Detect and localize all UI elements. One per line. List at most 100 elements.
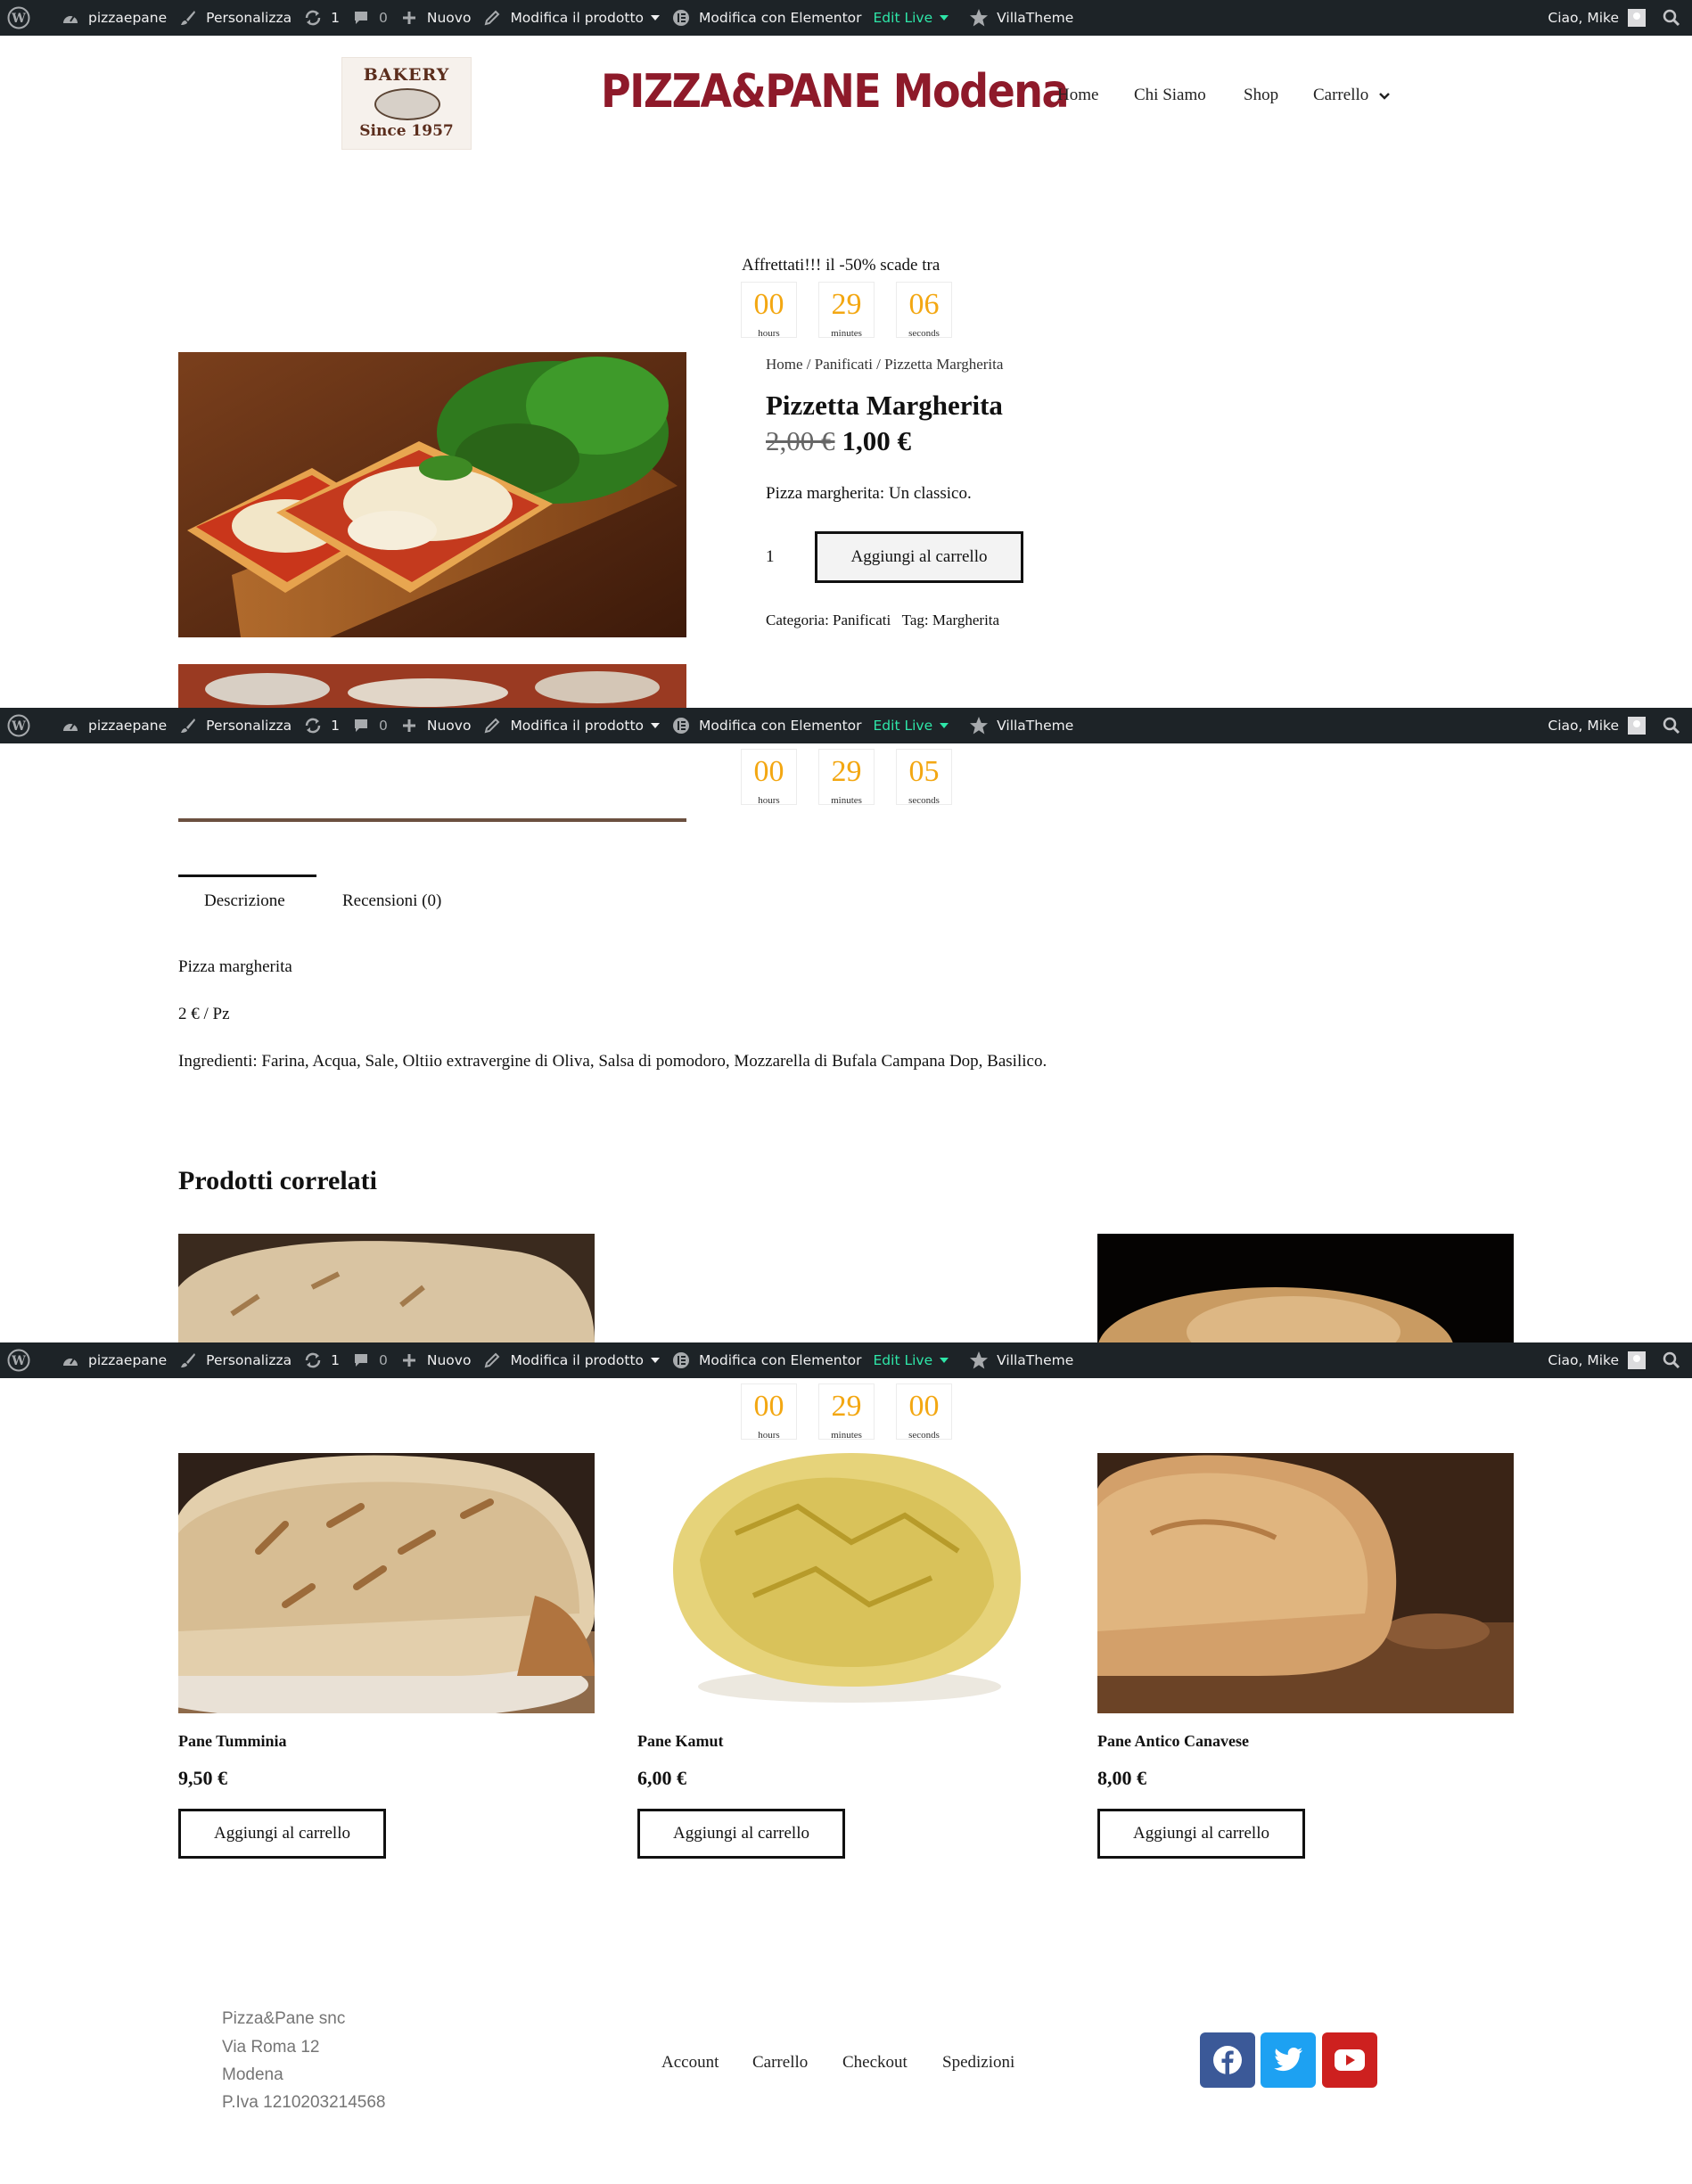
plus-icon (399, 8, 419, 28)
footer-link-spedizioni[interactable]: Spedizioni (942, 2053, 1014, 2073)
comment-icon (351, 1351, 371, 1370)
product-title: Pizzetta Margherita (766, 390, 1003, 421)
adminbar-comments-link[interactable]: 0 (351, 1342, 399, 1378)
youtube-icon[interactable] (1322, 2032, 1377, 2088)
logo-text-bottom: Since 1957 (359, 122, 454, 140)
adminbar-new-link[interactable]: Nuovo (399, 0, 483, 36)
adminbar-customize-link[interactable]: Personalizza (178, 0, 303, 36)
adminbar-new-link[interactable]: Nuovo (399, 1342, 483, 1378)
footer-link-account[interactable]: Account (661, 2053, 719, 2073)
adminbar-elementor-link[interactable]: Modifica con Elementor (671, 0, 874, 36)
related-product-name[interactable]: Pane Antico Canavese (1097, 1732, 1249, 1751)
related-product-name[interactable]: Pane Tumminia (178, 1732, 287, 1751)
refresh-icon (303, 8, 323, 28)
nav-shop[interactable]: Shop (1244, 86, 1278, 105)
product-price: 2,00 €1,00 € (766, 425, 911, 457)
adminbar-edit-live-link[interactable]: Edit Live (874, 0, 961, 36)
adminbar-updates-link[interactable]: 1 (303, 1342, 351, 1378)
wordpress-logo-icon[interactable]: W (7, 6, 30, 29)
wordpress-logo-icon[interactable]: W (7, 1349, 30, 1372)
dashboard-icon (61, 1351, 80, 1370)
related-product-image[interactable] (637, 1453, 1054, 1713)
wordpress-logo-icon[interactable]: W (7, 714, 30, 737)
adminbar-villatheme-link[interactable]: VillaTheme (960, 0, 1085, 36)
adminbar-comments-link[interactable]: 0 (351, 708, 399, 743)
admin-bar: W pizzaepane Personalizza 1 0 Nuovo Modi… (0, 0, 1692, 36)
plus-icon (399, 1351, 419, 1370)
related-product-price: 6,00 € (637, 1767, 686, 1789)
adminbar-account-menu[interactable]: Ciao, Mike (1548, 0, 1662, 36)
adminbar-edit-live-link[interactable]: Edit Live (874, 708, 961, 743)
quantity-input[interactable]: 1 (766, 547, 775, 567)
site-logo[interactable]: BAKERY Since 1957 (341, 57, 472, 150)
adminbar-site-link[interactable]: pizzaepane (61, 1342, 178, 1378)
adminbar-new-link[interactable]: Nuovo (399, 708, 483, 743)
adminbar-comments-link[interactable]: 0 (351, 0, 399, 36)
related-image-partial[interactable] (178, 1234, 595, 1342)
dashboard-icon (61, 8, 80, 28)
related-product-price: 9,50 € (178, 1767, 227, 1789)
related-add-to-cart-button[interactable]: Aggiungi al carrello (637, 1809, 845, 1859)
related-image-partial[interactable] (1097, 1234, 1514, 1342)
related-product-image[interactable] (178, 1453, 595, 1713)
breadcrumb[interactable]: Home / Panificati / Pizzetta Margherita (766, 356, 1003, 374)
related-add-to-cart-button[interactable]: Aggiungi al carrello (178, 1809, 386, 1859)
add-to-cart-button[interactable]: Aggiungi al carrello (815, 531, 1023, 583)
site-title[interactable]: PIZZA&PANE Modena (601, 64, 1070, 118)
footer-link-checkout[interactable]: Checkout (842, 2053, 908, 2073)
product-gallery-image[interactable] (178, 664, 686, 708)
old-price: 2,00 € (766, 425, 835, 456)
related-add-to-cart-button[interactable]: Aggiungi al carrello (1097, 1809, 1305, 1859)
refresh-icon (303, 1351, 323, 1370)
adminbar-elementor-link[interactable]: Modifica con Elementor (671, 1342, 874, 1378)
adminbar-updates-link[interactable]: 1 (303, 708, 351, 743)
countdown-seconds: 00 seconds (896, 1383, 952, 1440)
adminbar-account-menu[interactable]: Ciao, Mike (1548, 708, 1662, 743)
countdown-hours: 00 hours (741, 1383, 797, 1440)
adminbar-customize-link[interactable]: Personalizza (178, 708, 303, 743)
admin-bar: W pizzaepane Personalizza 1 0 Nuovo Modi… (0, 708, 1692, 743)
tab-recensioni[interactable]: Recensioni (0) (342, 891, 441, 911)
adminbar-search-button[interactable] (1662, 0, 1692, 36)
chevron-down-icon (1379, 92, 1390, 100)
related-product-name[interactable]: Pane Kamut (637, 1732, 724, 1751)
elementor-icon (671, 1351, 691, 1370)
facebook-icon[interactable] (1200, 2032, 1255, 2088)
search-icon (1662, 1351, 1681, 1370)
adminbar-search-button[interactable] (1662, 708, 1692, 743)
adminbar-edit-product-link[interactable]: Modifica il prodotto (482, 1342, 671, 1378)
footer-link-carrello[interactable]: Carrello (752, 2053, 808, 2073)
adminbar-villatheme-link[interactable]: VillaTheme (960, 1342, 1085, 1378)
chevron-down-icon (651, 1358, 661, 1363)
adminbar-site-link[interactable]: pizzaepane (61, 0, 178, 36)
adminbar-customize-link[interactable]: Personalizza (178, 1342, 303, 1378)
nav-carrello[interactable]: Carrello (1313, 86, 1391, 105)
chevron-down-icon (651, 15, 661, 21)
adminbar-account-menu[interactable]: Ciao, Mike (1548, 1342, 1662, 1378)
adminbar-edit-live-link[interactable]: Edit Live (874, 1342, 961, 1378)
nav-home[interactable]: Home (1057, 86, 1098, 105)
product-main-image[interactable] (178, 352, 686, 637)
countdown-hours: 00 hours (741, 282, 797, 338)
dashboard-icon (61, 716, 80, 735)
adminbar-villatheme-link[interactable]: VillaTheme (960, 708, 1085, 743)
adminbar-elementor-link[interactable]: Modifica con Elementor (671, 708, 874, 743)
related-products-title: Prodotti correlati (178, 1166, 377, 1195)
twitter-icon[interactable] (1261, 2032, 1316, 2088)
adminbar-edit-product-link[interactable]: Modifica il prodotto (482, 0, 671, 36)
product-meta: Categoria: Panificati Tag: Margherita (766, 612, 1000, 628)
refresh-icon (303, 716, 323, 735)
adminbar-site-link[interactable]: pizzaepane (61, 708, 178, 743)
elementor-icon (671, 8, 691, 28)
comment-icon (351, 8, 371, 28)
adminbar-search-button[interactable] (1662, 1342, 1692, 1378)
avatar (1628, 1351, 1646, 1369)
logo-text-top: BAKERY (363, 65, 450, 85)
tab-descrizione[interactable]: Descrizione (204, 891, 285, 911)
adminbar-updates-link[interactable]: 1 (303, 0, 351, 36)
nav-chi-siamo[interactable]: Chi Siamo (1134, 86, 1206, 105)
search-icon (1662, 716, 1681, 735)
adminbar-edit-product-link[interactable]: Modifica il prodotto (482, 708, 671, 743)
related-product-image[interactable] (1097, 1453, 1514, 1713)
countdown-seconds: 06 seconds (896, 282, 952, 338)
